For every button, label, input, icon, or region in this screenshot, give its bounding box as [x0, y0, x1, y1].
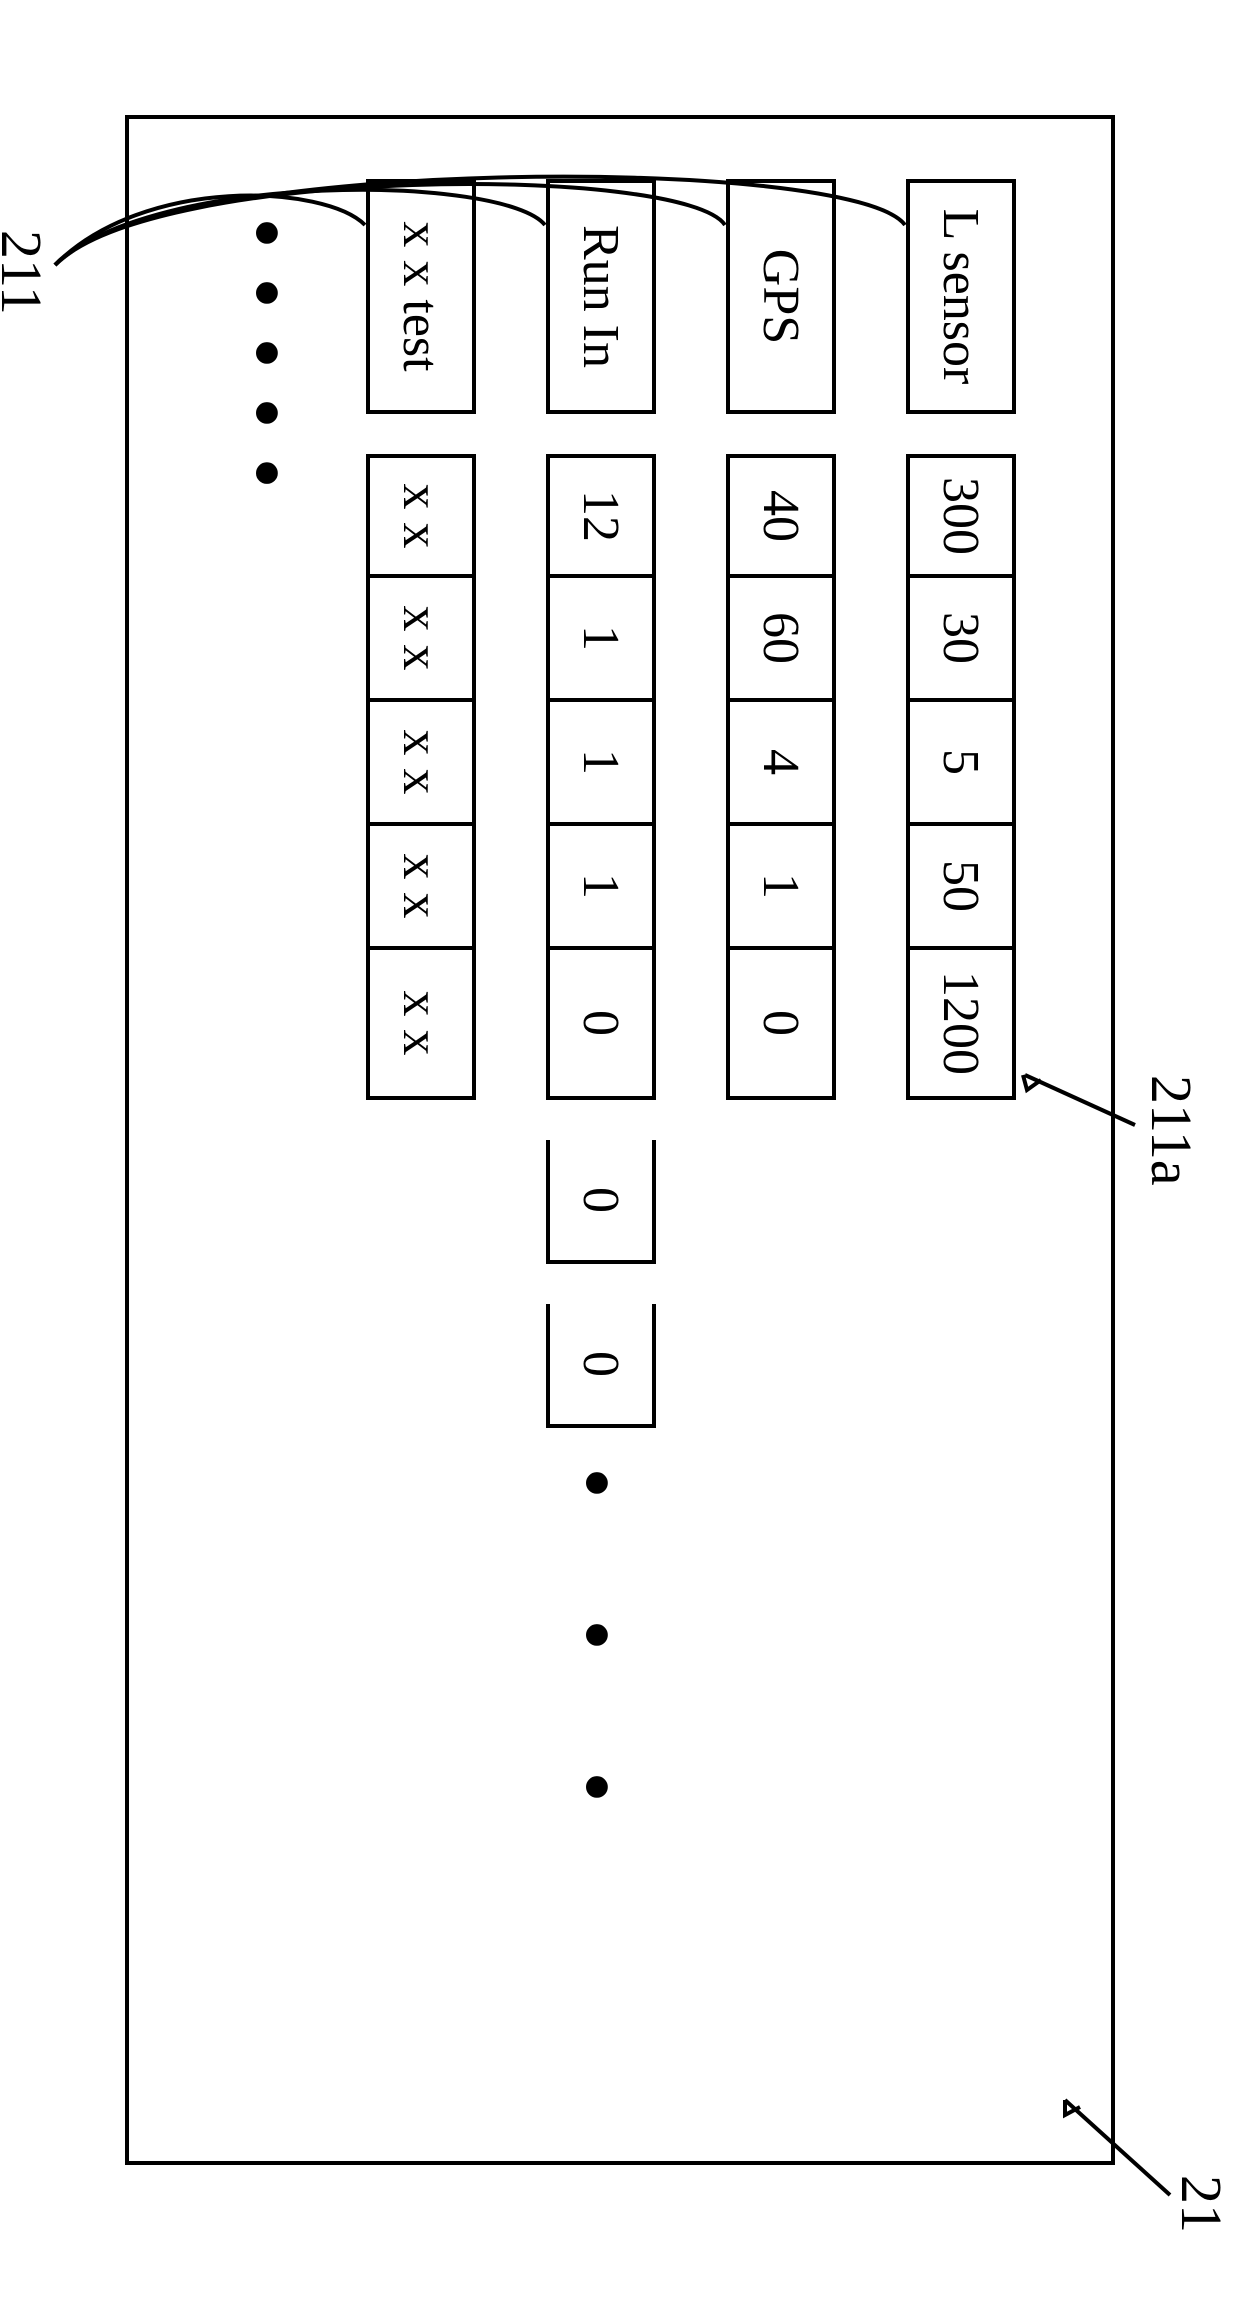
label-l-sensor: L sensor: [906, 179, 1016, 414]
row-l-sensor: L sensor 300 30 5 50 1200: [906, 179, 1016, 1100]
row-gps: GPS 40 60 4 1 0: [726, 179, 836, 1100]
figure-canvas: L sensor 300 30 5 50 1200 GPS 40 60 4 1 …: [0, 0, 1240, 2280]
dot-icon: •: [222, 339, 310, 373]
cell: 5: [906, 702, 1016, 826]
cell: x x: [366, 702, 476, 826]
cell: 0: [726, 950, 836, 1100]
ref-211: 211: [0, 230, 55, 315]
cells-run-in: 12 1 1 1 0 0 0: [546, 454, 656, 1428]
dot-icon: •: [222, 399, 310, 433]
cells-xx-test: x x x x x x x x x x: [366, 454, 476, 1100]
cell: 1: [726, 826, 836, 950]
dot-icon: •: [222, 279, 310, 313]
label-run-in: Run In: [546, 179, 656, 414]
dot-icon: •: [222, 459, 310, 493]
label-xx-test: x x test: [366, 179, 476, 414]
cell: 0: [546, 1140, 656, 1264]
cells-l-sensor: 300 30 5 50 1200: [906, 454, 1016, 1100]
cell: 1: [546, 826, 656, 950]
cell: 0: [546, 950, 656, 1100]
cell: 50: [906, 826, 1016, 950]
cell: 60: [726, 578, 836, 702]
row-run-in: Run In 12 1 1 1 0 0 0: [546, 179, 656, 1428]
cell: 4: [726, 702, 836, 826]
outer-frame: L sensor 300 30 5 50 1200 GPS 40 60 4 1 …: [125, 115, 1115, 2165]
cell: x x: [366, 578, 476, 702]
cell: 40: [726, 454, 836, 578]
cells-gps: 40 60 4 1 0: [726, 454, 836, 1100]
ellipsis-horizontal: • • •: [550, 1469, 641, 1829]
label-gps: GPS: [726, 179, 836, 414]
cell: 12: [546, 454, 656, 578]
dot-icon: •: [552, 1621, 640, 1677]
cell: x x: [366, 454, 476, 578]
row-xx-test: x x test x x x x x x x x x x: [366, 179, 476, 1100]
ref-211a: 211a: [1138, 1075, 1205, 1186]
dot-icon: •: [552, 1773, 640, 1829]
cell: 1: [546, 702, 656, 826]
cell: 1: [546, 578, 656, 702]
rotated-panel: L sensor 300 30 5 50 1200 GPS 40 60 4 1 …: [125, 115, 1115, 2165]
cell: 30: [906, 578, 1016, 702]
ref-21: 21: [1168, 2175, 1235, 2233]
cell: x x: [366, 826, 476, 950]
cell: x x: [366, 950, 476, 1100]
dot-icon: •: [222, 219, 310, 253]
ellipsis-vertical: • • • • •: [220, 219, 311, 493]
dot-icon: •: [552, 1469, 640, 1525]
cell: 0: [546, 1304, 656, 1428]
cell-211a: 1200: [906, 950, 1016, 1100]
cell: 300: [906, 454, 1016, 578]
